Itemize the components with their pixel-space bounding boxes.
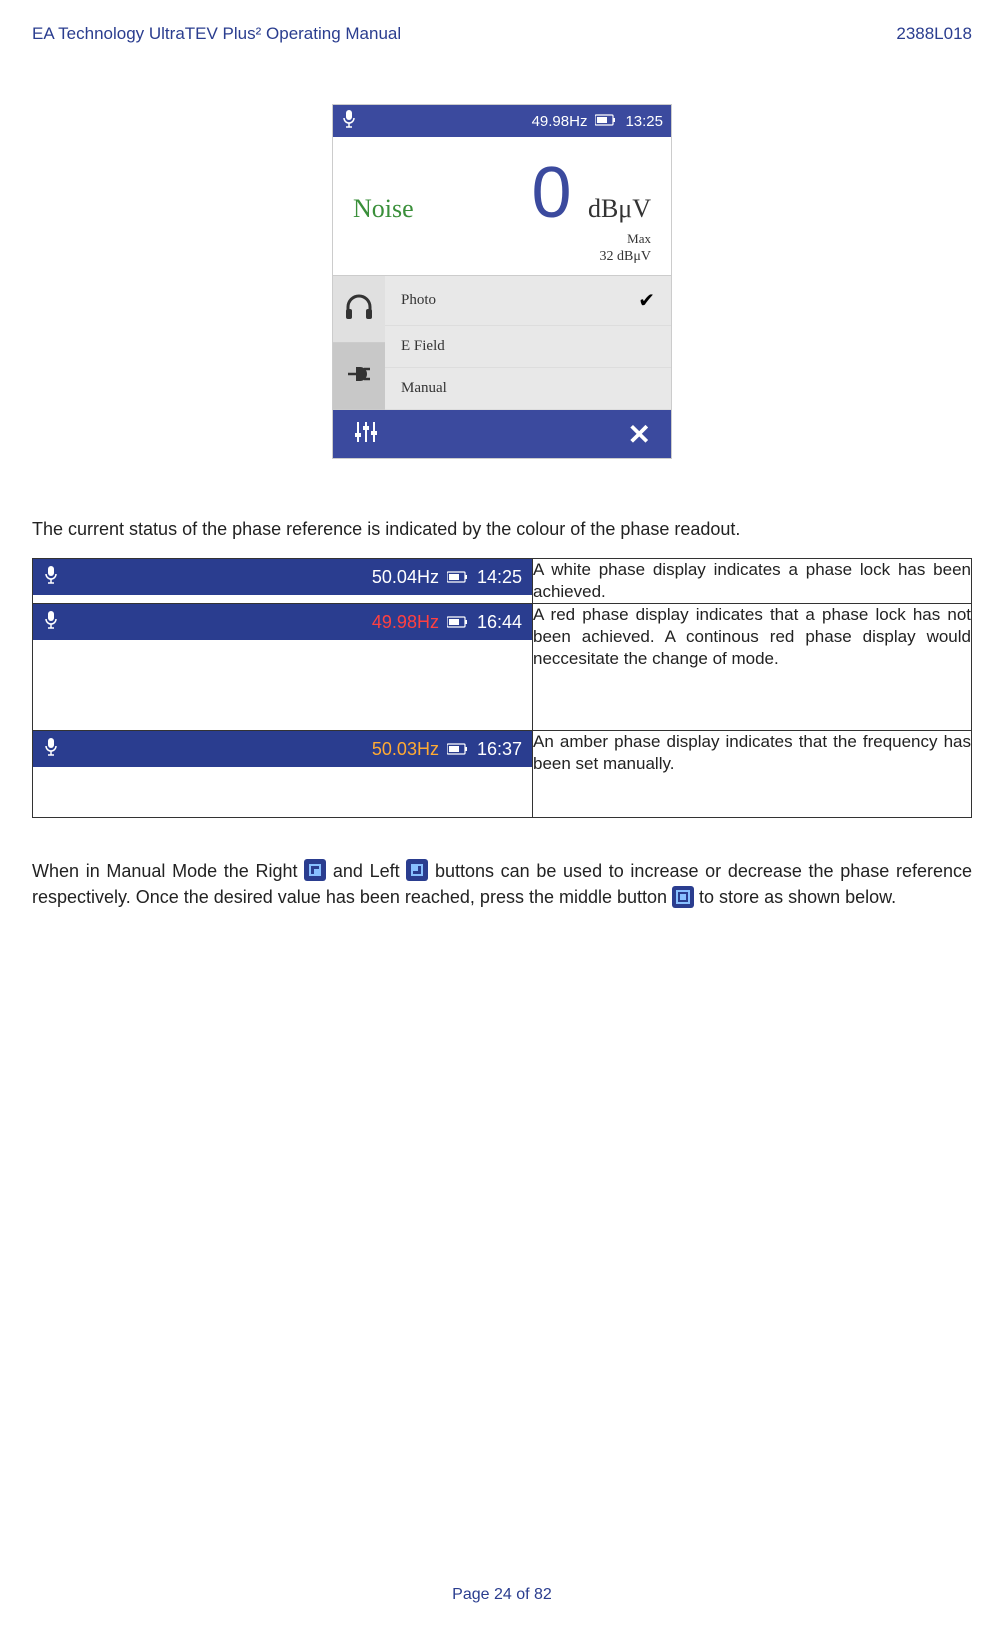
bar-cell-white: 50.04Hz 14:25	[33, 559, 533, 604]
menu-option-manual[interactable]: Manual	[385, 368, 671, 410]
battery-icon	[595, 113, 617, 130]
intro-paragraph: The current status of the phase referenc…	[32, 519, 972, 540]
hz-value: 49.98Hz	[372, 612, 439, 633]
page-footer: Page 24 of 82	[0, 1586, 1004, 1604]
header-right: 2388L018	[896, 24, 972, 44]
main-reading-unit: dBμV	[588, 194, 651, 223]
mic-icon	[43, 565, 59, 590]
hz-value: 50.03Hz	[372, 739, 439, 760]
hz-value: 50.04Hz	[372, 567, 439, 588]
table-row: 50.03Hz 16:37 An amber phase display ind…	[33, 731, 972, 818]
mic-icon	[43, 610, 59, 635]
desc-white: A white phase display indicates a phase …	[533, 559, 972, 604]
menu-left-tabs	[333, 276, 385, 410]
middle-button-icon	[672, 886, 694, 908]
phase-table: 50.04Hz 14:25 A white phase display indi…	[32, 558, 972, 818]
para-seg: to store as shown below.	[694, 887, 896, 907]
plug-icon	[344, 362, 374, 391]
secondary-unit: dBμV	[617, 249, 651, 264]
battery-icon	[447, 567, 469, 588]
status-hz: 49.98Hz	[532, 113, 588, 130]
secondary-value: 32	[600, 249, 614, 264]
mic-icon	[341, 109, 357, 133]
check-icon: ✔	[638, 288, 655, 313]
menu-option-efield[interactable]: E Field	[385, 326, 671, 368]
table-row: 50.04Hz 14:25 A white phase display indi…	[33, 559, 972, 604]
desc-red: A red phase display indicates that a pha…	[533, 604, 972, 731]
para-seg: When in Manual Mode the Right	[32, 861, 304, 881]
menu-option-label: E Field	[401, 338, 445, 355]
battery-icon	[447, 739, 469, 760]
device-status-bar: 49.98Hz 13:25	[333, 105, 671, 137]
device-main-display: Noise 0 dBμV Max 32 dBμV	[333, 137, 671, 275]
menu-options: Photo ✔ E Field Manual	[385, 276, 671, 410]
battery-icon	[447, 612, 469, 633]
right-button-icon	[304, 859, 326, 881]
menu-option-label: Manual	[401, 380, 447, 397]
manual-mode-paragraph: When in Manual Mode the Right and Left b…	[32, 858, 972, 910]
desc-amber: An amber phase display indicates that th…	[533, 731, 972, 818]
device-menu: Photo ✔ E Field Manual	[333, 275, 671, 410]
status-right: 49.98Hz 13:25	[532, 113, 663, 130]
max-label: Max	[531, 231, 651, 247]
header-left: EA Technology UltraTEV Plus² Operating M…	[32, 24, 401, 44]
close-icon[interactable]: ✕	[628, 418, 651, 451]
bar-cell-amber: 50.03Hz 16:37	[33, 731, 533, 818]
device-screenshot: 49.98Hz 13:25 Noise 0 dBμV Max 32 dBμV	[332, 104, 672, 459]
device-bottom-bar: ✕	[333, 410, 671, 458]
mic-icon	[43, 737, 59, 762]
plug-tab[interactable]	[333, 343, 385, 410]
para-seg: and Left	[326, 861, 406, 881]
status-left-icons	[341, 109, 363, 133]
time-value: 16:37	[477, 739, 522, 760]
main-reading-value: 0	[531, 153, 571, 233]
headphones-tab[interactable]	[333, 276, 385, 343]
table-row: 49.98Hz 16:44 A red phase display indica…	[33, 604, 972, 731]
menu-option-label: Photo	[401, 292, 436, 309]
headphones-icon	[344, 293, 374, 326]
bar-cell-red: 49.98Hz 16:44	[33, 604, 533, 731]
sliders-icon[interactable]	[353, 419, 379, 450]
noise-label: Noise	[353, 194, 414, 224]
menu-option-photo[interactable]: Photo ✔	[385, 276, 671, 326]
status-time: 13:25	[625, 113, 663, 130]
time-value: 16:44	[477, 612, 522, 633]
page-header: EA Technology UltraTEV Plus² Operating M…	[32, 24, 972, 44]
time-value: 14:25	[477, 567, 522, 588]
left-button-icon	[406, 859, 428, 881]
